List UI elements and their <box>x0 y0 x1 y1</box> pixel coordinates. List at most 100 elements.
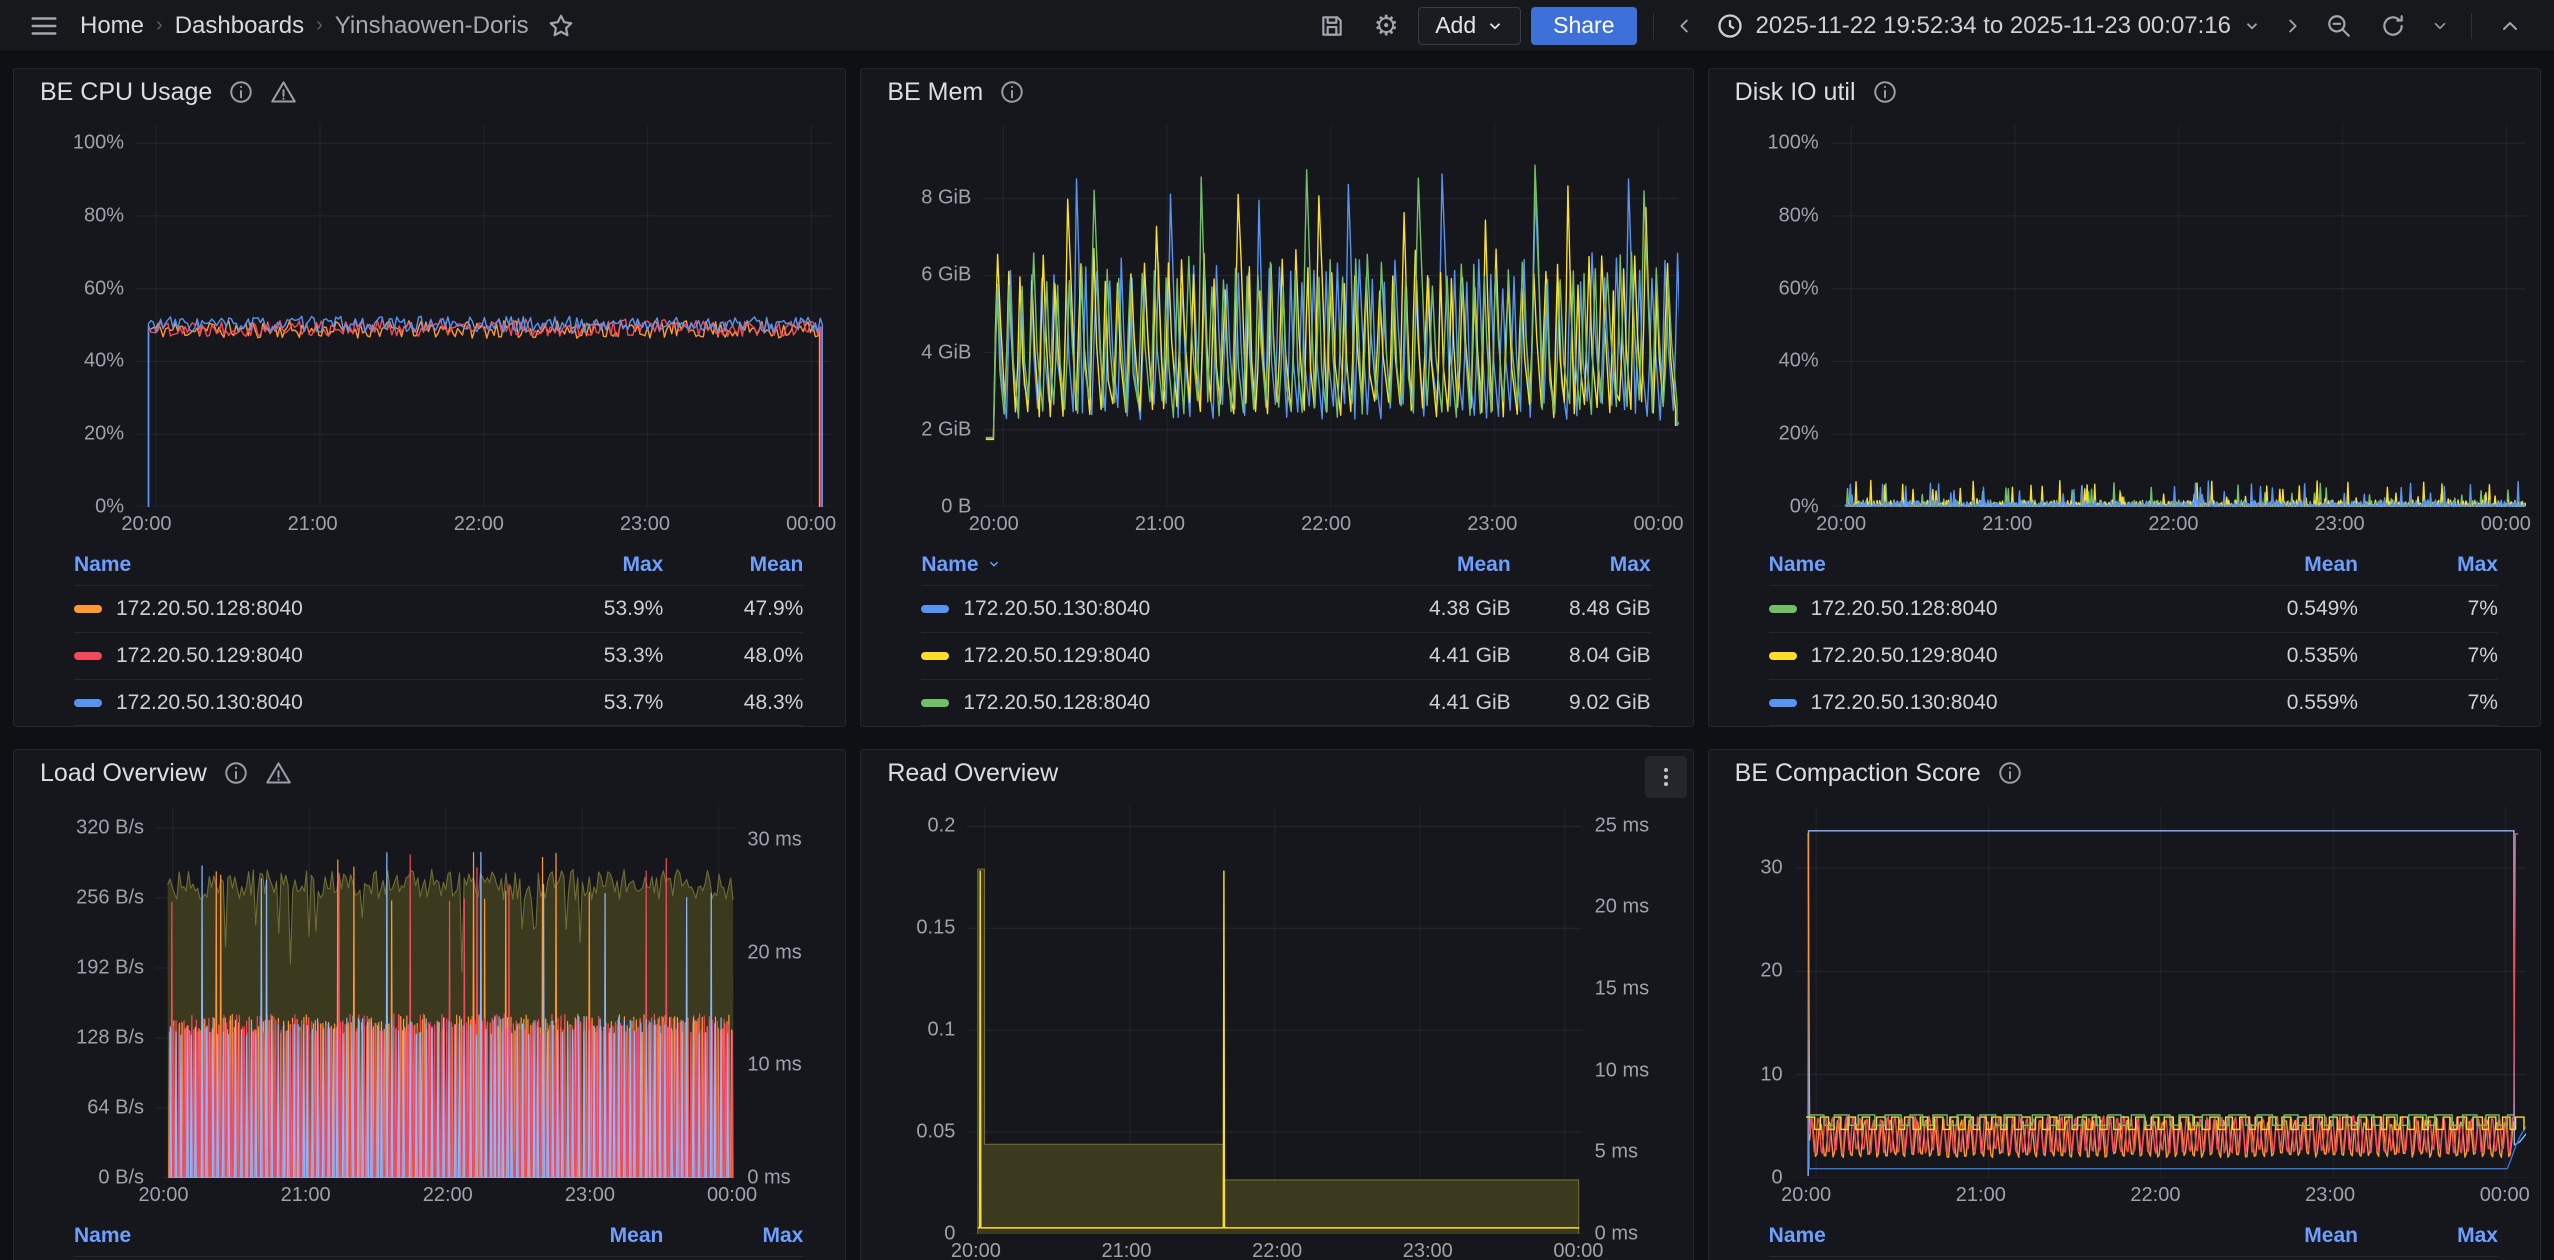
x-axis: 20:0021:0022:0023:0000:00 <box>1709 1180 2540 1210</box>
panel-be-cpu-usage: BE CPU Usage 100%80%60%40%20%0% 20:0021:… <box>13 68 846 727</box>
panel-menu-kebab-icon[interactable] <box>1645 756 1687 798</box>
save-dashboard-icon[interactable] <box>1310 6 1354 46</box>
time-series-plot[interactable] <box>967 806 1582 1234</box>
legend-series-toggle[interactable]: 172.20.50.128:8040 <box>1769 597 2218 621</box>
legend-col-max[interactable]: Max <box>1511 553 1651 577</box>
panel-title[interactable]: Load Overview <box>40 759 207 788</box>
breadcrumb-home[interactable]: Home <box>80 12 144 40</box>
legend-col-name[interactable]: Name <box>74 553 523 577</box>
series-color-pill <box>1769 605 1797 613</box>
y-axis-left: 100%80%60%40%20%0% <box>24 125 136 507</box>
legend-col-max[interactable]: Max <box>663 1224 803 1248</box>
legend-col-mean[interactable]: Mean <box>1371 553 1511 577</box>
hamburger-menu-icon[interactable] <box>22 6 66 46</box>
legend-series-toggle[interactable]: 172.20.50.130:8040 <box>74 691 523 715</box>
panel-header: Read Overview <box>861 750 1692 796</box>
legend-row: 172.20.50.129:8040 4.41 GiB 8.04 GiB <box>921 632 1650 679</box>
panel-header: BE Compaction Score <box>1709 750 2540 796</box>
x-axis: 20:0021:0022:0023:0000:00 <box>1709 509 2540 539</box>
x-axis: 20:0021:0022:0023:0000:00 <box>14 509 845 539</box>
legend-series-toggle[interactable]: 172.20.50.129:8040 <box>1769 644 2218 668</box>
dashboard-settings-gear-icon[interactable]: ⚙ <box>1364 6 1408 46</box>
legend-max-value: 53.3% <box>523 644 663 668</box>
legend-series-toggle[interactable]: 172.20.50.130:8040 <box>1769 691 2218 715</box>
info-icon[interactable] <box>1997 760 2023 786</box>
legend-row: 172.20.50.130:8040 0.559% 7% <box>1769 679 2498 726</box>
clock-icon <box>1716 12 1744 40</box>
y-axis-left: 100%80%60%40%20%0% <box>1719 125 1831 507</box>
panel-be-compaction-score: BE Compaction Score 3020100 20:0021:0022… <box>1708 749 2541 1260</box>
legend-series-toggle[interactable]: 172.20.50.129:8040 <box>921 644 1370 668</box>
y-axis-right: 30 ms20 ms10 ms0 ms <box>735 806 831 1178</box>
y-axis-left: 3020100 <box>1719 806 1795 1178</box>
collapse-navbar-chevron-up-icon[interactable] <box>2488 6 2532 46</box>
legend-col-max[interactable]: Max <box>523 553 663 577</box>
zoom-out-time-icon[interactable] <box>2317 6 2361 46</box>
breadcrumb-separator: › <box>156 14 163 37</box>
legend-row: Total 115 B/s 203 B/s <box>74 1256 803 1260</box>
legend-row: 172.20.50.130:8040 53.7% 48.3% <box>74 679 803 726</box>
legend-col-name-sorted[interactable]: Name <box>921 553 1370 577</box>
legend-row: 172.20.50.128:8040 4.41 GiB 9.02 GiB <box>921 679 1650 726</box>
legend-col-mean[interactable]: Mean <box>2218 1224 2358 1248</box>
panel-load-overview: Load Overview 320 B/s256 B/s192 B/s128 B… <box>13 749 846 1260</box>
refresh-icon[interactable] <box>2371 6 2415 46</box>
legend-col-name[interactable]: Name <box>1769 553 2218 577</box>
panel-title[interactable]: BE Mem <box>887 78 983 107</box>
panel-header: Load Overview <box>14 750 845 796</box>
series-color-pill <box>74 652 102 660</box>
top-navbar: Home › Dashboards › Yinshaowen-Doris ⚙ A… <box>0 0 2554 52</box>
legend-series-toggle[interactable]: 172.20.50.129:8040 <box>74 644 523 668</box>
time-series-plot[interactable] <box>136 125 831 507</box>
navbar-actions: ⚙ Add Share 2025-11-22 19:52:34 to 2025-… <box>1310 6 2532 46</box>
add-button[interactable]: Add <box>1418 7 1521 45</box>
panel-title[interactable]: BE Compaction Score <box>1735 759 1981 788</box>
breadcrumb-separator: › <box>316 14 323 37</box>
legend-col-name[interactable]: Name <box>74 1224 523 1248</box>
share-button[interactable]: Share <box>1531 7 1636 45</box>
series-color-pill <box>74 699 102 707</box>
time-shift-back-icon[interactable] <box>1670 6 1700 46</box>
legend-series-toggle[interactable]: 172.20.50.128:8040 <box>921 691 1370 715</box>
legend-mean-value: 4.41 GiB <box>1371 691 1511 715</box>
breadcrumb-dashboards[interactable]: Dashboards <box>175 12 304 40</box>
legend-col-max[interactable]: Max <box>2358 553 2498 577</box>
info-icon[interactable] <box>223 760 249 786</box>
legend-series-toggle[interactable]: 172.20.50.130:8040 <box>921 597 1370 621</box>
legend: Name Mean Max 172.20.50.128:8040 0.549% … <box>1709 539 2540 726</box>
legend-series-toggle[interactable]: 172.20.50.128:8040 <box>74 597 523 621</box>
refresh-interval-chevron-icon[interactable] <box>2425 6 2455 46</box>
info-icon[interactable] <box>999 79 1025 105</box>
panel-title[interactable]: Read Overview <box>887 759 1058 788</box>
warning-icon[interactable] <box>265 760 292 787</box>
warning-icon[interactable] <box>270 79 297 106</box>
time-series-plot[interactable] <box>156 806 735 1178</box>
dashboard-grid: BE CPU Usage 100%80%60%40%20%0% 20:0021:… <box>0 52 2554 1260</box>
time-shift-forward-icon[interactable] <box>2277 6 2307 46</box>
legend-mean-value: 0.549% <box>2218 597 2358 621</box>
legend-mean-value: 0.559% <box>2218 691 2358 715</box>
info-icon[interactable] <box>228 79 254 105</box>
time-series-plot[interactable] <box>1831 125 2526 507</box>
star-favorite-icon[interactable] <box>539 6 583 46</box>
legend-max-value: 8.04 GiB <box>1511 644 1651 668</box>
panel-read-overview: Read Overview 0.20.150.10.050 25 ms20 ms… <box>860 749 1693 1260</box>
panel-header: BE Mem <box>861 69 1692 115</box>
legend-max-value: 7% <box>2358 644 2498 668</box>
time-range-picker[interactable]: 2025-11-22 19:52:34 to 2025-11-23 00:07:… <box>1710 12 2268 40</box>
panel-title[interactable]: BE CPU Usage <box>40 78 212 107</box>
chart-area: 320 B/s256 B/s192 B/s128 B/s64 B/s0 B/s … <box>14 796 845 1178</box>
time-series-plot[interactable] <box>983 125 1678 507</box>
series-color-pill <box>1769 699 1797 707</box>
legend-col-name[interactable]: Name <box>1769 1224 2218 1248</box>
info-icon[interactable] <box>1872 79 1898 105</box>
legend-col-mean[interactable]: Mean <box>2218 553 2358 577</box>
legend-col-max[interactable]: Max <box>2358 1224 2498 1248</box>
x-axis: 20:0021:0022:0023:0000:00 <box>861 509 1692 539</box>
panel-title[interactable]: Disk IO util <box>1735 78 1856 107</box>
legend-col-mean[interactable]: Mean <box>523 1224 663 1248</box>
legend-mean-value: 48.3% <box>663 691 803 715</box>
legend-col-mean[interactable]: Mean <box>663 553 803 577</box>
legend-max-value: 53.9% <box>523 597 663 621</box>
time-series-plot[interactable] <box>1795 806 2526 1178</box>
